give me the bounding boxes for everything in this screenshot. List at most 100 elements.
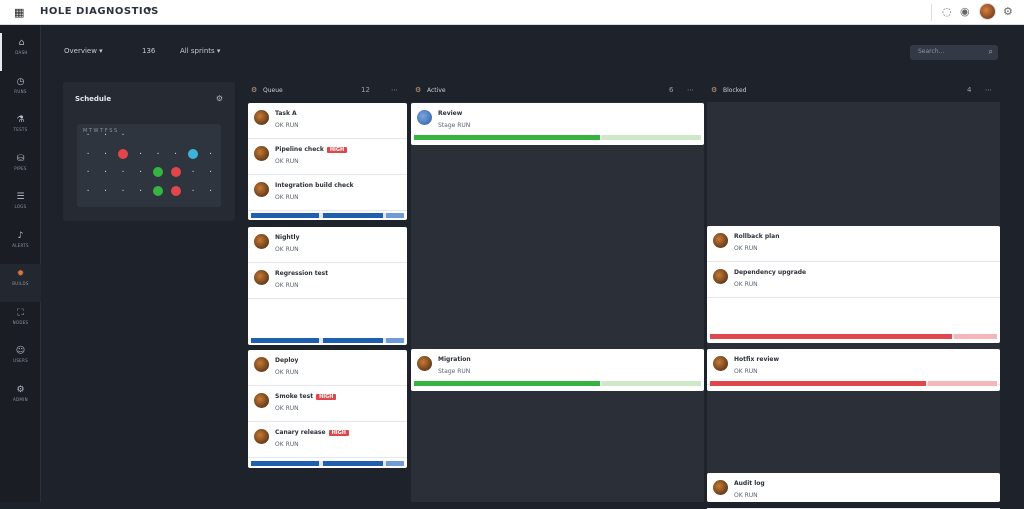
sidebar: ⌂ DASH ◷ RUNS ⚗ TESTS ⛁ PIPES ☰ LOGS ♪ ALERTS ✹ BUILD… [0, 25, 41, 502]
progress-segment [251, 461, 319, 466]
calendar-day[interactable] [170, 167, 181, 177]
panel-title: Schedule [75, 95, 112, 103]
task-card[interactable]: Migration Stage RUN [411, 349, 704, 391]
list-item[interactable]: Migration Stage RUN [411, 349, 704, 385]
list-item[interactable]: Audit log OK RUN [707, 473, 1000, 509]
settings-icon[interactable]: ⚙ [1003, 5, 1013, 18]
task-name: Pipeline check HIGH [275, 146, 348, 153]
task-card[interactable]: Task A OK RUN Pipeline check HIGH OK RUN Inte… [248, 103, 407, 220]
calendar-day[interactable] [153, 185, 163, 196]
list-item[interactable]: Nightly OK RUN [248, 227, 407, 263]
calendar-day[interactable]: • [118, 186, 128, 196]
list-item[interactable]: Review Stage RUN [411, 103, 704, 139]
task-card[interactable]: Deploy OK RUN Smoke test HIGH OK RUN Canary r… [248, 350, 407, 468]
sidebar-item-nodes[interactable]: ⛶ NODES [0, 303, 41, 341]
calendar-day[interactable]: • [136, 186, 146, 196]
calendar-day[interactable]: • [188, 167, 198, 177]
task-name: Nightly [275, 234, 300, 241]
grid-logo-icon[interactable]: ▦ [14, 6, 26, 19]
priority-badge: HIGH [326, 146, 348, 153]
progress-segment [710, 334, 952, 339]
calendar-day[interactable] [153, 167, 163, 177]
list-item[interactable]: Integration build check OK RUN [248, 175, 407, 211]
chevron-down-icon[interactable]: ▾ [147, 6, 152, 16]
sidebar-item-dash[interactable]: ⌂ DASH [0, 33, 41, 71]
task-status: OK RUN [275, 441, 299, 448]
calendar-day[interactable]: • [101, 149, 111, 159]
list-item[interactable]: Regression test OK RUN [248, 263, 407, 299]
task-name: Hotfix review [734, 356, 780, 363]
task-card[interactable]: Review Stage RUN [411, 103, 704, 145]
calendar-day[interactable]: • [136, 149, 146, 159]
calendar-day[interactable]: • [188, 186, 198, 196]
sidebar-item-admin[interactable]: ⚙ ADMIN [0, 380, 41, 418]
list-item[interactable]: Dependency upgrade OK RUN [707, 262, 1000, 298]
sidebar-item-label: ALERTS [12, 242, 29, 248]
calendar-day[interactable] [170, 185, 181, 196]
task-card[interactable]: Hotfix review OK RUN [707, 349, 1000, 391]
sidebar-item-pipes[interactable]: ⛁ PIPES [0, 149, 41, 187]
list-item[interactable]: Pipeline check HIGH OK RUN [248, 139, 407, 175]
search-input[interactable]: Search... [918, 48, 944, 55]
calendar-day[interactable]: • [118, 130, 128, 140]
calendar-day[interactable]: • [136, 167, 146, 177]
calendar-day[interactable]: • [206, 167, 216, 177]
range-filter[interactable]: All sprints ▾ [180, 47, 220, 55]
sidebar-item-alerts[interactable]: ♪ ALERTS [0, 226, 41, 264]
clock-icon: ◷ [16, 76, 25, 87]
gear-icon[interactable]: ⚙ [216, 94, 223, 103]
calendar-day[interactable]: • [206, 149, 216, 159]
list-item[interactable]: Task A OK RUN [248, 103, 407, 139]
task-card[interactable]: Rollback plan OK RUN Dependency upgrade OK … [707, 226, 1000, 343]
user-avatar[interactable] [979, 3, 996, 20]
top-bar: ▦ HOLE DIAGNOSTICS ▾ ◌ ◉ ⚙ [0, 0, 1024, 25]
lane-active [411, 102, 704, 502]
calendar-day[interactable]: • [153, 149, 163, 159]
task-name: Canary release HIGH [275, 429, 349, 436]
sidebar-item-builds[interactable]: ✹ BUILDS [0, 264, 41, 302]
progress-segment [386, 338, 404, 343]
sidebar-item-label: DASH [15, 50, 28, 55]
progress-segment [602, 381, 701, 386]
avatar [254, 182, 269, 197]
calendar-day[interactable]: • [118, 167, 128, 177]
list-item[interactable]: Deploy OK RUN [248, 350, 407, 386]
sidebar-item-label: RUNS [14, 88, 27, 94]
list-item[interactable]: Hotfix review OK RUN [707, 349, 1000, 385]
calendar-day[interactable]: • [83, 167, 93, 177]
calendar-day[interactable]: • [101, 167, 111, 177]
search-box[interactable]: Search... ⌕ [910, 45, 998, 60]
calendar-day[interactable]: • [206, 186, 216, 196]
calendar-day[interactable]: • [83, 186, 93, 196]
calendar-day[interactable] [118, 148, 128, 159]
calendar-day[interactable]: • [83, 149, 93, 159]
avatar [713, 480, 728, 495]
help-icon[interactable]: ◌ [942, 5, 952, 18]
column-count: 6 [669, 86, 674, 94]
sidebar-item-tests[interactable]: ⚗ TESTS [0, 110, 41, 148]
column-menu-icon[interactable]: ⋯ [985, 86, 992, 94]
avatar [417, 356, 432, 371]
progress-segment [954, 334, 997, 339]
calendar-day[interactable]: • [83, 130, 93, 140]
calendar-day[interactable] [188, 148, 198, 159]
list-item[interactable]: Rollback plan OK RUN [707, 226, 1000, 262]
app-title[interactable]: HOLE DIAGNOSTICS [40, 6, 159, 17]
calendar-day[interactable]: • [101, 130, 111, 140]
task-card[interactable]: Audit log OK RUN [707, 473, 1000, 509]
calendar-day[interactable]: • [171, 149, 181, 159]
status-filter[interactable]: Overview ▾ [64, 47, 103, 55]
column-menu-icon[interactable]: ⋯ [391, 86, 398, 94]
task-card[interactable]: Nightly OK RUN Regression test OK RUN [248, 227, 407, 345]
column-menu-icon[interactable]: ⋯ [687, 86, 694, 94]
sidebar-item-runs[interactable]: ◷ RUNS [0, 72, 41, 110]
avatar [713, 233, 728, 248]
search-icon[interactable]: ⌕ [989, 47, 993, 57]
avatar [254, 234, 269, 249]
sidebar-item-logs[interactable]: ☰ LOGS [0, 187, 41, 225]
calendar-day[interactable]: • [101, 186, 111, 196]
list-item[interactable]: Smoke test HIGH OK RUN [248, 386, 407, 422]
sidebar-item-users[interactable]: ☺ USERS [0, 341, 41, 379]
list-item[interactable]: Canary release HIGH OK RUN [248, 422, 407, 458]
notification-icon[interactable]: ◉ [960, 5, 970, 18]
